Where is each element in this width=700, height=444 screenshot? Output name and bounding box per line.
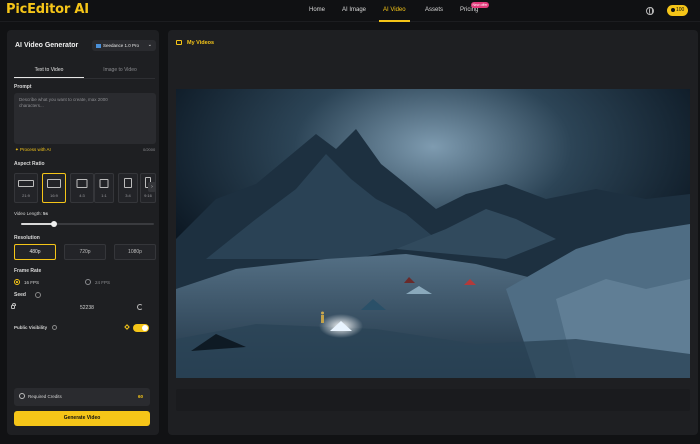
fps-16-label: 16 FPS [24, 280, 40, 285]
model-select[interactable]: Seedance 1.0 Pro ⌄ [92, 40, 156, 51]
chevron-down-icon: ⌄ [147, 42, 152, 48]
resolution-option[interactable]: 720p [64, 244, 106, 260]
mode-tabs: Text to Video Image to Video [14, 62, 155, 79]
nav-ai-image[interactable]: AI Image [342, 7, 366, 13]
slider-fill [21, 223, 55, 225]
nav-ai-video[interactable]: AI Video [383, 7, 406, 13]
ratio-option[interactable]: 1:1 [94, 173, 114, 203]
generator-panel: AI Video Generator Seedance 1.0 Pro ⌄ Te… [7, 30, 159, 435]
model-icon [96, 43, 101, 48]
video-length-slider[interactable] [21, 221, 154, 227]
ratio-shape-icon [76, 179, 88, 188]
process-with-ai-label: Process with AI [20, 147, 51, 152]
video-icon [176, 40, 182, 45]
my-videos-title: My Videos [187, 40, 215, 46]
resolution-option[interactable]: 1080p [114, 244, 156, 260]
prompt-placeholder: Describe what you want to create, max 20… [19, 97, 108, 108]
seed-label: Seed [14, 292, 26, 298]
video-controls-area [176, 389, 690, 411]
ratio-option-selected[interactable]: 16:9 [42, 173, 66, 203]
info-icon[interactable] [35, 292, 41, 298]
ratio-label: 9:16 [144, 193, 152, 198]
ratio-shape-icon [99, 179, 109, 188]
ratio-label: 21:9 [22, 193, 30, 198]
video-length-value: 5s [42, 211, 48, 216]
globe-icon[interactable] [646, 7, 654, 15]
tab-image-to-video[interactable]: Image to Video [85, 62, 155, 78]
fps-24-radio[interactable] [85, 279, 91, 285]
public-visibility-toggle[interactable] [133, 324, 149, 332]
nav-assets[interactable]: Assets [425, 7, 443, 13]
frame-rate-label: Frame Rate [14, 268, 42, 274]
public-visibility-label: Public Visibility [14, 325, 48, 330]
app-logo[interactable]: PicEditor AI [6, 2, 89, 17]
ratio-option[interactable]: 21:9 [14, 173, 38, 203]
ratio-shape-icon [18, 180, 34, 187]
ratio-option[interactable]: 3:4 [118, 173, 138, 203]
top-navigation: PicEditor AI Home AI Image AI Video Asse… [0, 0, 700, 22]
prompt-textarea[interactable]: Describe what you want to create, max 20… [14, 93, 156, 144]
ratio-label: 1:1 [101, 193, 107, 198]
info-icon[interactable] [52, 325, 57, 330]
required-credits-label: Required Credits [28, 394, 62, 399]
model-name: Seedance 1.0 Pro [103, 43, 140, 48]
seed-value[interactable]: 52238 [80, 305, 94, 311]
fps-24-label: 24 FPS [95, 280, 111, 285]
generate-video-button[interactable]: Generate Video [14, 411, 150, 426]
pricing-badge: New offer [471, 2, 489, 8]
aspect-ratio-label: Aspect Ratio [14, 161, 45, 167]
aspect-ratio-options: 21:9 16:9 4:3 1:1 3:4 9:16 [14, 173, 158, 203]
refresh-icon[interactable] [137, 304, 143, 310]
ratio-label: 4:3 [79, 193, 85, 198]
chevron-right-icon[interactable]: › [148, 182, 156, 192]
resolution-option-selected[interactable]: 480p [14, 244, 56, 260]
resolution-label: Resolution [14, 235, 40, 241]
fps-16-radio[interactable] [14, 279, 20, 285]
credits-count: 100 [676, 7, 685, 13]
credits-button[interactable]: 100 [667, 5, 688, 16]
ratio-option[interactable]: 4:3 [70, 173, 94, 203]
panel-title: AI Video Generator [15, 42, 79, 49]
process-with-ai-link[interactable]: ✦ Process with AI [15, 147, 51, 153]
coin-icon [671, 7, 675, 12]
video-preview[interactable] [176, 89, 690, 378]
slider-handle[interactable] [51, 221, 58, 227]
snowy-mountain-camp-image [176, 89, 690, 378]
ratio-label: 3:4 [125, 193, 131, 198]
lock-icon[interactable] [11, 303, 16, 309]
video-length-label: Video Length: 5s [14, 211, 48, 216]
active-nav-indicator [379, 20, 410, 22]
prompt-label: Prompt [14, 84, 32, 90]
tab-text-to-video[interactable]: Text to Video [14, 62, 84, 78]
ratio-shape-icon [47, 179, 61, 188]
coin-icon [19, 393, 25, 399]
video-length-text: Video Length: [14, 211, 42, 216]
nav-home[interactable]: Home [309, 7, 325, 13]
ratio-label: 16:9 [50, 193, 58, 198]
tabs-divider [14, 78, 155, 79]
ratio-shape-icon [124, 178, 132, 188]
prompt-counter: 0/2000 [143, 147, 156, 152]
required-credits-value: 60 [138, 394, 144, 399]
